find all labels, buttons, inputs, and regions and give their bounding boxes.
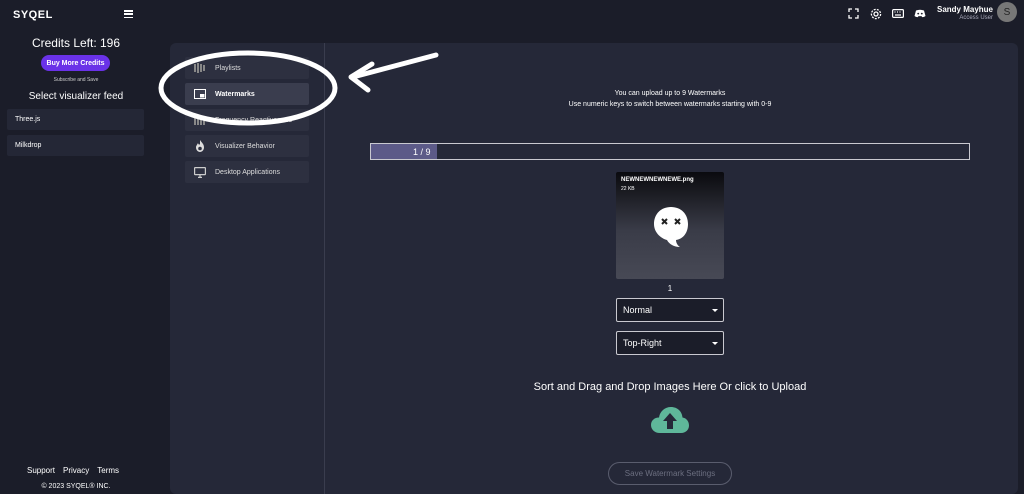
- upload-limit-text: You can upload up to 9 Watermarks: [614, 90, 726, 97]
- cloud-upload-icon[interactable]: [650, 405, 690, 435]
- watermark-filesize: 22 KB: [621, 186, 635, 192]
- subscribe-text[interactable]: Subscribe and Save: [0, 77, 152, 83]
- ghost-icon: [654, 207, 688, 247]
- credits-left: Credits Left: 196: [31, 36, 121, 50]
- footer-links: Support Privacy Terms: [27, 466, 119, 475]
- watermark-thumbnail[interactable]: NEWNEWNEWNEWE.png 22 KB: [616, 172, 724, 279]
- frequency-icon: [194, 114, 206, 126]
- buy-credits-button[interactable]: Buy More Credits: [41, 55, 110, 71]
- feed-item-milkdrop[interactable]: Milkdrop: [7, 135, 144, 156]
- copyright: © 2023 SYQEL® INC.: [41, 483, 111, 490]
- nav-label: Desktop Applications: [215, 168, 280, 176]
- support-link[interactable]: Support: [27, 466, 55, 475]
- avatar[interactable]: S: [997, 2, 1017, 22]
- user-name[interactable]: Sandy Mayhue: [937, 5, 993, 14]
- menu-icon[interactable]: [124, 10, 133, 18]
- nav-item-watermarks[interactable]: Watermarks: [185, 83, 309, 105]
- gear-icon[interactable]: [869, 7, 882, 20]
- blend-mode-value: Normal: [623, 305, 653, 315]
- nav-label: Frequency Reactiveness: [215, 116, 293, 124]
- panel-divider: [324, 43, 325, 494]
- nav-item-frequency[interactable]: Frequency Reactiveness: [185, 109, 309, 131]
- terms-link[interactable]: Terms: [97, 466, 119, 475]
- playlist-icon: [194, 62, 206, 74]
- left-sidebar: Credits Left: 196 Buy More Credits Subsc…: [0, 24, 152, 494]
- nav-label: Watermarks: [215, 90, 255, 98]
- chevron-down-icon: [712, 309, 718, 312]
- privacy-link[interactable]: Privacy: [63, 466, 89, 475]
- nav-item-playlists[interactable]: Playlists: [185, 57, 309, 79]
- user-role: Access User: [959, 15, 993, 21]
- monitor-icon: [194, 166, 206, 178]
- top-icon-group: [847, 7, 926, 20]
- flame-icon: [194, 140, 206, 152]
- discord-icon[interactable]: [913, 7, 926, 20]
- position-value: Top-Right: [623, 338, 662, 348]
- position-select[interactable]: Top-Right: [616, 331, 724, 355]
- watermark-filename: NEWNEWNEWNEWE.png: [621, 177, 694, 183]
- nav-label: Playlists: [215, 64, 241, 72]
- save-watermark-settings-button[interactable]: Save Watermark Settings: [608, 462, 732, 485]
- nav-item-visualizer-behavior[interactable]: Visualizer Behavior: [185, 135, 309, 157]
- nav-label: Visualizer Behavior: [215, 142, 275, 150]
- watermark-index: 1: [667, 284, 673, 293]
- feed-title: Select visualizer feed: [28, 91, 124, 102]
- fullscreen-icon[interactable]: [847, 7, 860, 20]
- watermark-progress-bar[interactable]: 1 / 9: [370, 143, 970, 160]
- feed-item-threejs[interactable]: Three.js: [7, 109, 144, 130]
- progress-text: 1 / 9: [413, 147, 431, 157]
- upload-drop-zone-text[interactable]: Sort and Drag and Drop Images Here Or cl…: [325, 381, 1015, 393]
- numeric-keys-hint: Use numeric keys to switch between water…: [568, 101, 772, 108]
- nav-item-desktop-applications[interactable]: Desktop Applications: [185, 161, 309, 183]
- app-logo[interactable]: SYQEL: [13, 9, 53, 21]
- chevron-down-icon: [712, 342, 718, 345]
- top-bar: SYQEL Sandy Mayhue Access User S: [0, 0, 1024, 32]
- watermark-icon: [194, 88, 206, 100]
- keyboard-icon[interactable]: [891, 7, 904, 20]
- blend-mode-select[interactable]: Normal: [616, 298, 724, 322]
